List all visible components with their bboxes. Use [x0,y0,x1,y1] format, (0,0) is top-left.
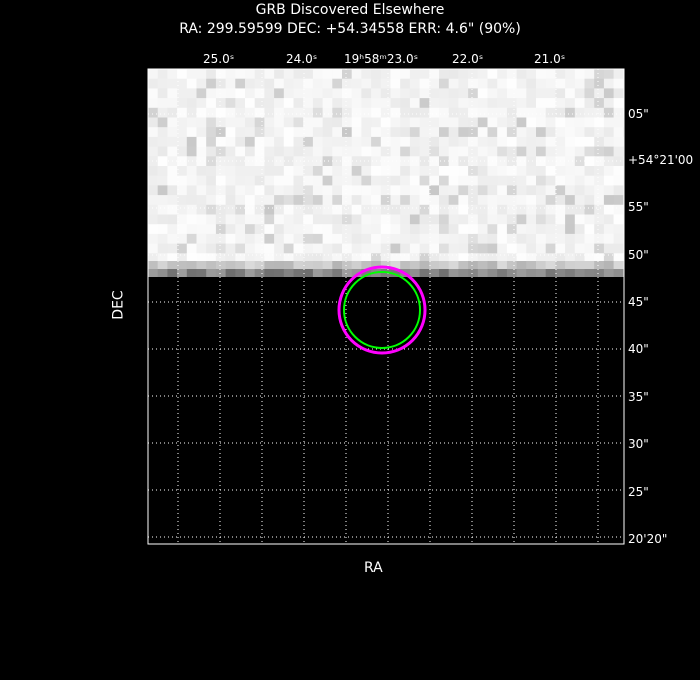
top-tick-label-2: 19ʰ58ᵐ23.0ˢ [344,52,419,66]
x-axis-label: RA [364,560,383,576]
right-tick-label-6: 35" [628,390,649,404]
top-tick-label-0: 25.0ˢ [203,52,235,66]
right-tick-label-1: +54°21'00 [628,153,694,167]
sky-image-plot [147,68,625,545]
right-tick-label-8: 25" [628,485,649,499]
right-tick-label-5: 40" [628,342,649,356]
right-tick-label-2: 55" [628,200,649,214]
top-tick-label-3: 22.0ˢ [452,52,484,66]
y-axis-label: DEC [110,290,127,320]
right-tick-label-7: 30" [628,437,649,451]
top-tick-label-1: 24.0ˢ [286,52,318,66]
sky-image [148,69,624,544]
right-tick-label-9: 20'20" [628,532,668,546]
right-tick-label-0: 05" [628,107,649,121]
top-tick-label-4: 21.0ˢ [534,52,566,66]
right-tick-label-3: 50" [628,248,649,262]
right-tick-label-4: 45" [628,295,649,309]
